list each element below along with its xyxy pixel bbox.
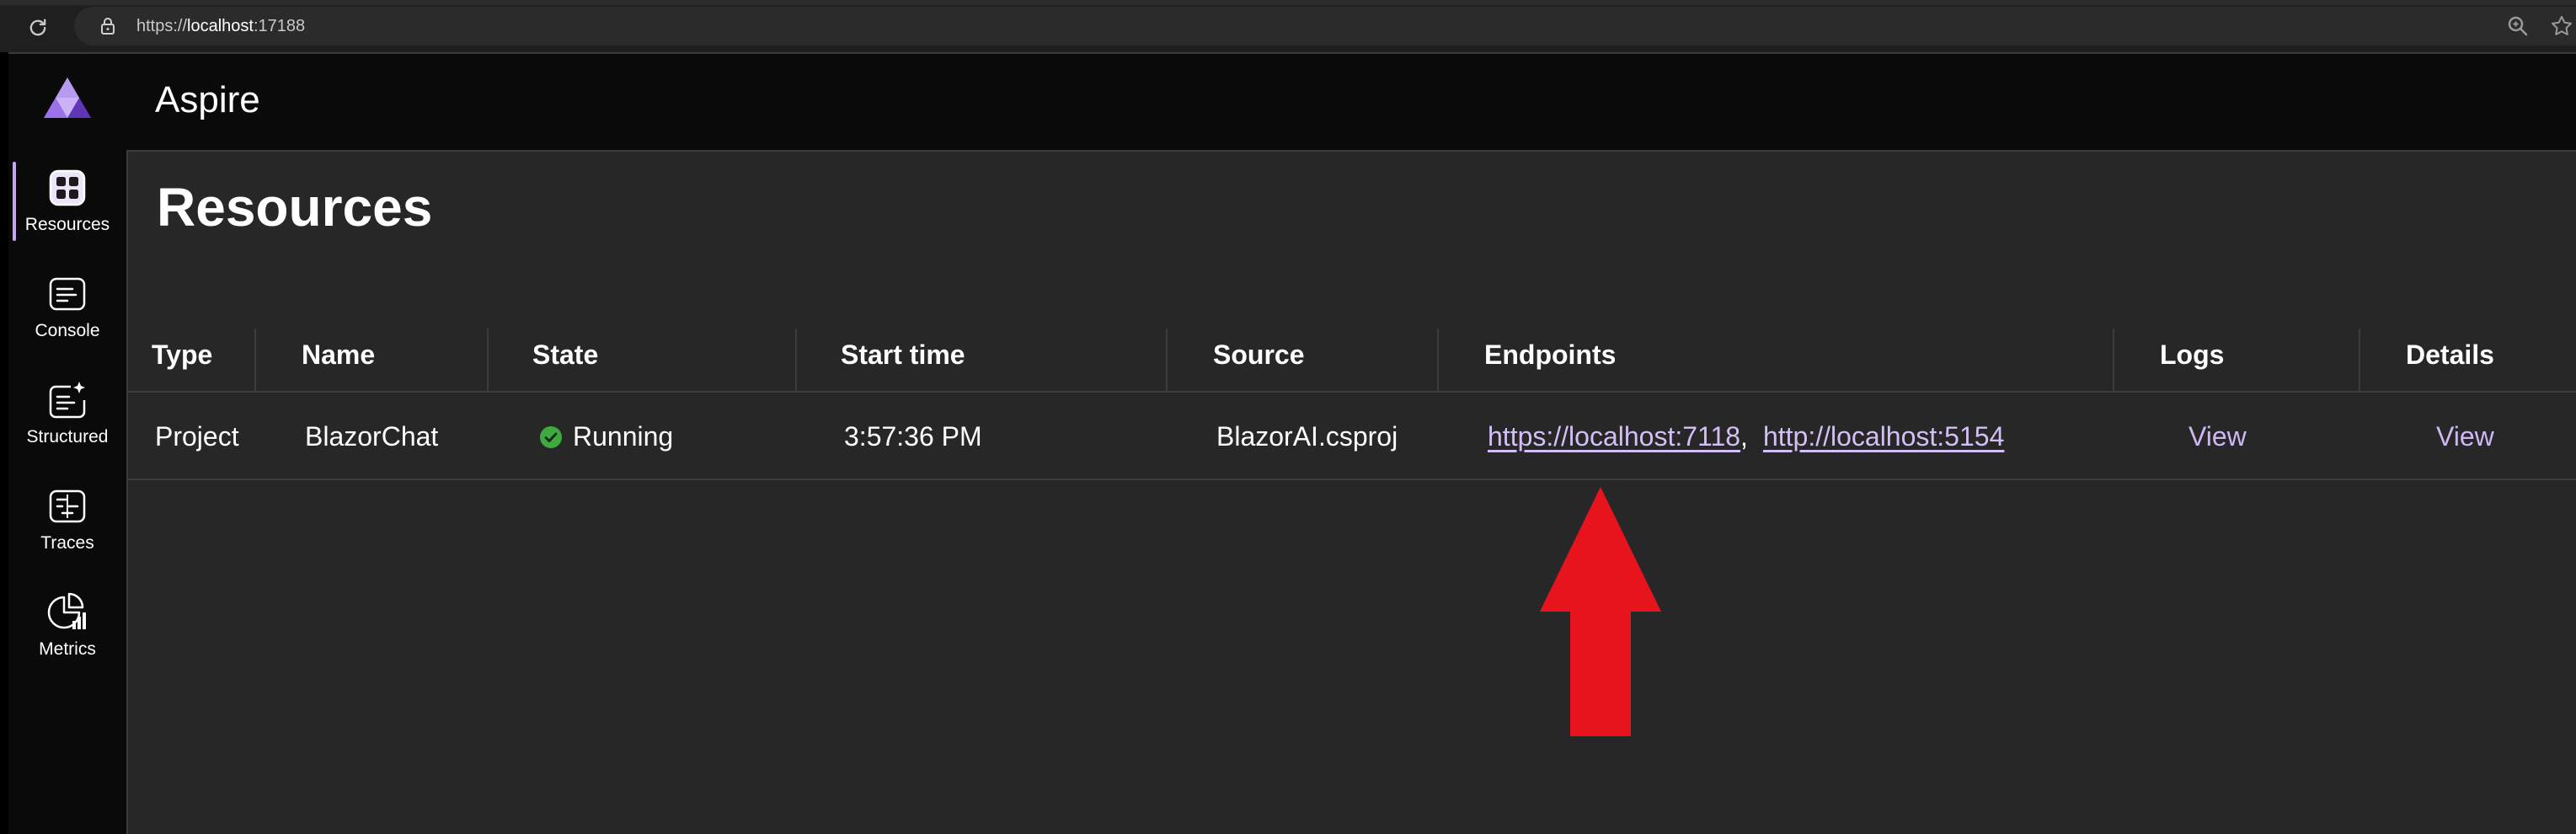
table-header: Type Name State Start time Source Endpoi… <box>128 317 2576 393</box>
aspire-dashboard: Resources Console Structured Traces Metr… <box>8 52 2576 834</box>
sidebar-item-console[interactable]: Console <box>8 254 126 361</box>
cell-state: Running <box>539 393 673 480</box>
sidebar-item-label: Structured <box>26 427 109 446</box>
resources-table: Type Name State Start time Source Endpoi… <box>128 317 2576 480</box>
url-text[interactable]: https://localhost:17188 <box>136 15 305 37</box>
cell-name: BlazorChat <box>305 421 439 452</box>
column-header-details[interactable]: Details <box>2406 317 2494 393</box>
sidebar-item-label: Traces <box>40 533 94 553</box>
aspire-logo[interactable] <box>42 76 93 123</box>
column-resizer[interactable] <box>795 329 797 391</box>
url-port: :17188 <box>253 17 306 35</box>
sidebar-item-traces[interactable]: Traces <box>8 467 126 573</box>
cell-type: Project <box>155 421 239 452</box>
reload-icon <box>29 19 46 36</box>
column-resizer[interactable] <box>254 329 256 391</box>
column-resizer[interactable] <box>2359 329 2360 391</box>
app-title: Aspire <box>155 79 260 120</box>
column-resizer[interactable] <box>1166 329 1168 391</box>
sidebar: Resources Console Structured Traces Metr… <box>8 54 126 834</box>
cell-source: BlazorAI.csproj <box>1216 421 1398 452</box>
structured-logs-icon <box>49 382 86 419</box>
main-content: Resources Type Name State Start time Sou… <box>126 150 2576 834</box>
traces-icon <box>49 489 86 523</box>
star-icon[interactable] <box>2549 13 2574 39</box>
column-header-logs[interactable]: Logs <box>2160 317 2224 393</box>
lock-icon[interactable] <box>98 16 118 36</box>
column-header-type[interactable]: Type <box>152 317 212 393</box>
column-header-source[interactable]: Source <box>1213 317 1304 393</box>
address-bar[interactable]: https://localhost:17188 <box>74 7 2576 45</box>
column-header-state[interactable]: State <box>532 317 598 393</box>
sidebar-item-metrics[interactable]: Metrics <box>8 573 126 679</box>
metrics-icon <box>47 592 86 629</box>
endpoint-link-http[interactable]: http://localhost:5154 <box>1763 421 2004 452</box>
column-header-endpoints[interactable]: Endpoints <box>1484 317 1616 393</box>
cell-start-time: 3:57:36 PM <box>844 421 982 452</box>
column-resizer[interactable] <box>2113 329 2114 391</box>
app-header: Aspire <box>126 54 2576 150</box>
sidebar-item-label: Resources <box>24 215 110 234</box>
column-resizer[interactable] <box>487 329 489 391</box>
column-header-start-time[interactable]: Start time <box>841 317 965 393</box>
sidebar-item-resources[interactable]: Resources <box>8 148 126 254</box>
grid-icon <box>49 169 86 206</box>
browser-toolbar: https://localhost:17188 <box>0 0 2576 52</box>
endpoint-link-https[interactable]: https://localhost:7118 <box>1488 421 1740 452</box>
reload-button[interactable] <box>22 12 54 44</box>
state-label: Running <box>573 421 674 452</box>
column-header-name[interactable]: Name <box>302 317 375 393</box>
table-row[interactable]: Project BlazorChat Running 3:57:36 PM Bl… <box>128 393 2576 480</box>
sidebar-item-structured[interactable]: Structured <box>8 361 126 467</box>
url-scheme: https:// <box>136 17 188 35</box>
console-icon <box>49 277 86 311</box>
active-indicator <box>13 162 16 241</box>
zoom-icon[interactable] <box>2505 13 2531 39</box>
cell-endpoints: https://localhost:7118, http://localhost:… <box>1488 393 2004 480</box>
red-arrow-annotation <box>1540 487 1661 736</box>
browser-top-strip <box>0 0 2576 5</box>
logs-view-link[interactable]: View <box>2189 393 2247 480</box>
details-view-link[interactable]: View <box>2436 393 2494 480</box>
column-resizer[interactable] <box>1437 329 1439 391</box>
page-title: Resources <box>157 177 433 238</box>
check-circle-icon <box>540 425 562 448</box>
sidebar-item-label: Metrics <box>39 639 96 659</box>
url-host: localhost <box>187 17 254 35</box>
sidebar-item-label: Console <box>35 321 100 340</box>
endpoint-separator: , <box>1740 421 1748 452</box>
